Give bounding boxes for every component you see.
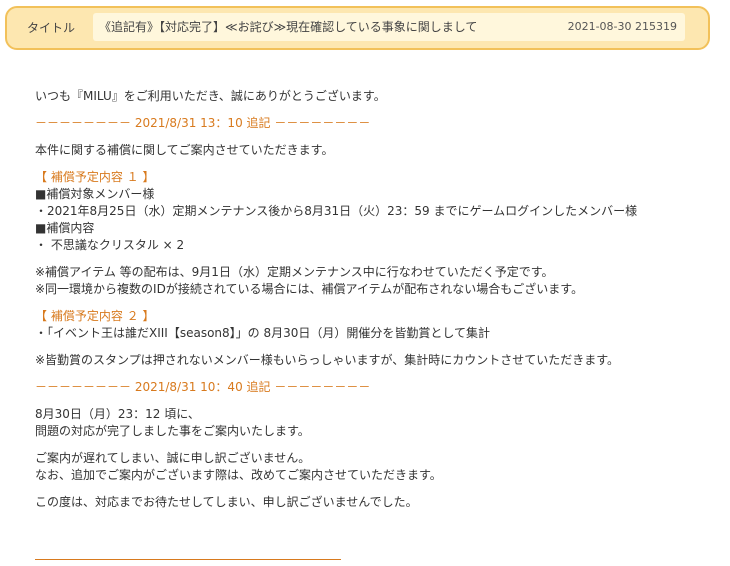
closing-text: この度は、対応までお待たせしてしまい、申し訳ございませんでした。 <box>35 495 418 509</box>
title-label: タイトル <box>27 21 76 35</box>
post-title-bar: タイトル 《追記有》【対応完了】≪お詫び≫現在確認している事象に関しまして 20… <box>5 6 710 50</box>
update-separator-1: －－－－－－－－ 2021/8/31 13：10 追記 －－－－－－－－ <box>35 116 371 130</box>
greeting-text: いつも『MILU』をご利用いただき、誠にありがとうございます。 <box>35 89 386 103</box>
apology-text: ご案内が遅れてしまい、誠に申し訳ございません。 <box>35 451 311 465</box>
update-complete-text: 問題の対応が完了しました事をご案内いたします。 <box>35 424 310 438</box>
plan1-content-heading: ■補償内容 <box>35 221 95 235</box>
plan2-item-text: ・「イベント王は誰だXIII【season8】」の 8月30日（月）開催分を皆勤… <box>35 326 491 340</box>
bottom-divider <box>35 559 341 560</box>
plan1-heading: 【 補償予定内容 １ 】 <box>35 170 155 184</box>
plan1-target-text: ・2021年8月25日（水）定期メンテナンス後から8月31日（火）23：59 ま… <box>35 204 638 218</box>
intro-text: 本件に関する補償に関してご案内させていただきます。 <box>35 143 334 157</box>
note-same-environment: ※同一環境から複数のIDが接続されている場合には、補償アイテムが配布されない場合… <box>35 282 584 296</box>
update-time-text: 8月30日（月）23：12 頃に、 <box>35 407 200 421</box>
post-body: いつも『MILU』をご利用いただき、誠にありがとうございます。 －－－－－－－－… <box>35 88 715 511</box>
plan2-heading: 【 補償予定内容 ２ 】 <box>35 309 155 323</box>
future-notice-text: なお、追加でご案内がございます際は、改めてご案内させていただきます。 <box>35 468 442 482</box>
note-stamp: ※皆勤賞のスタンプは押されないメンバー様もいらっしゃいますが、集計時にカウントさ… <box>35 353 620 367</box>
note-distribution: ※補償アイテム 等の配布は、9月1日（水）定期メンテナンス中に行なわせていただく… <box>35 265 554 279</box>
plan1-target-heading: ■補償対象メンバー様 <box>35 187 155 201</box>
plan1-content-text: ・ 不思議なクリスタル × 2 <box>35 238 185 252</box>
update-separator-2: －－－－－－－－ 2021/8/31 10：40 追記 －－－－－－－－ <box>35 380 371 394</box>
post-title: 《追記有》【対応完了】≪お詫び≫現在確認している事象に関しまして <box>99 20 478 34</box>
post-timestamp: 2021-08-30 215319 <box>567 20 677 33</box>
title-field: 《追記有》【対応完了】≪お詫び≫現在確認している事象に関しまして 2021-08… <box>93 13 685 41</box>
